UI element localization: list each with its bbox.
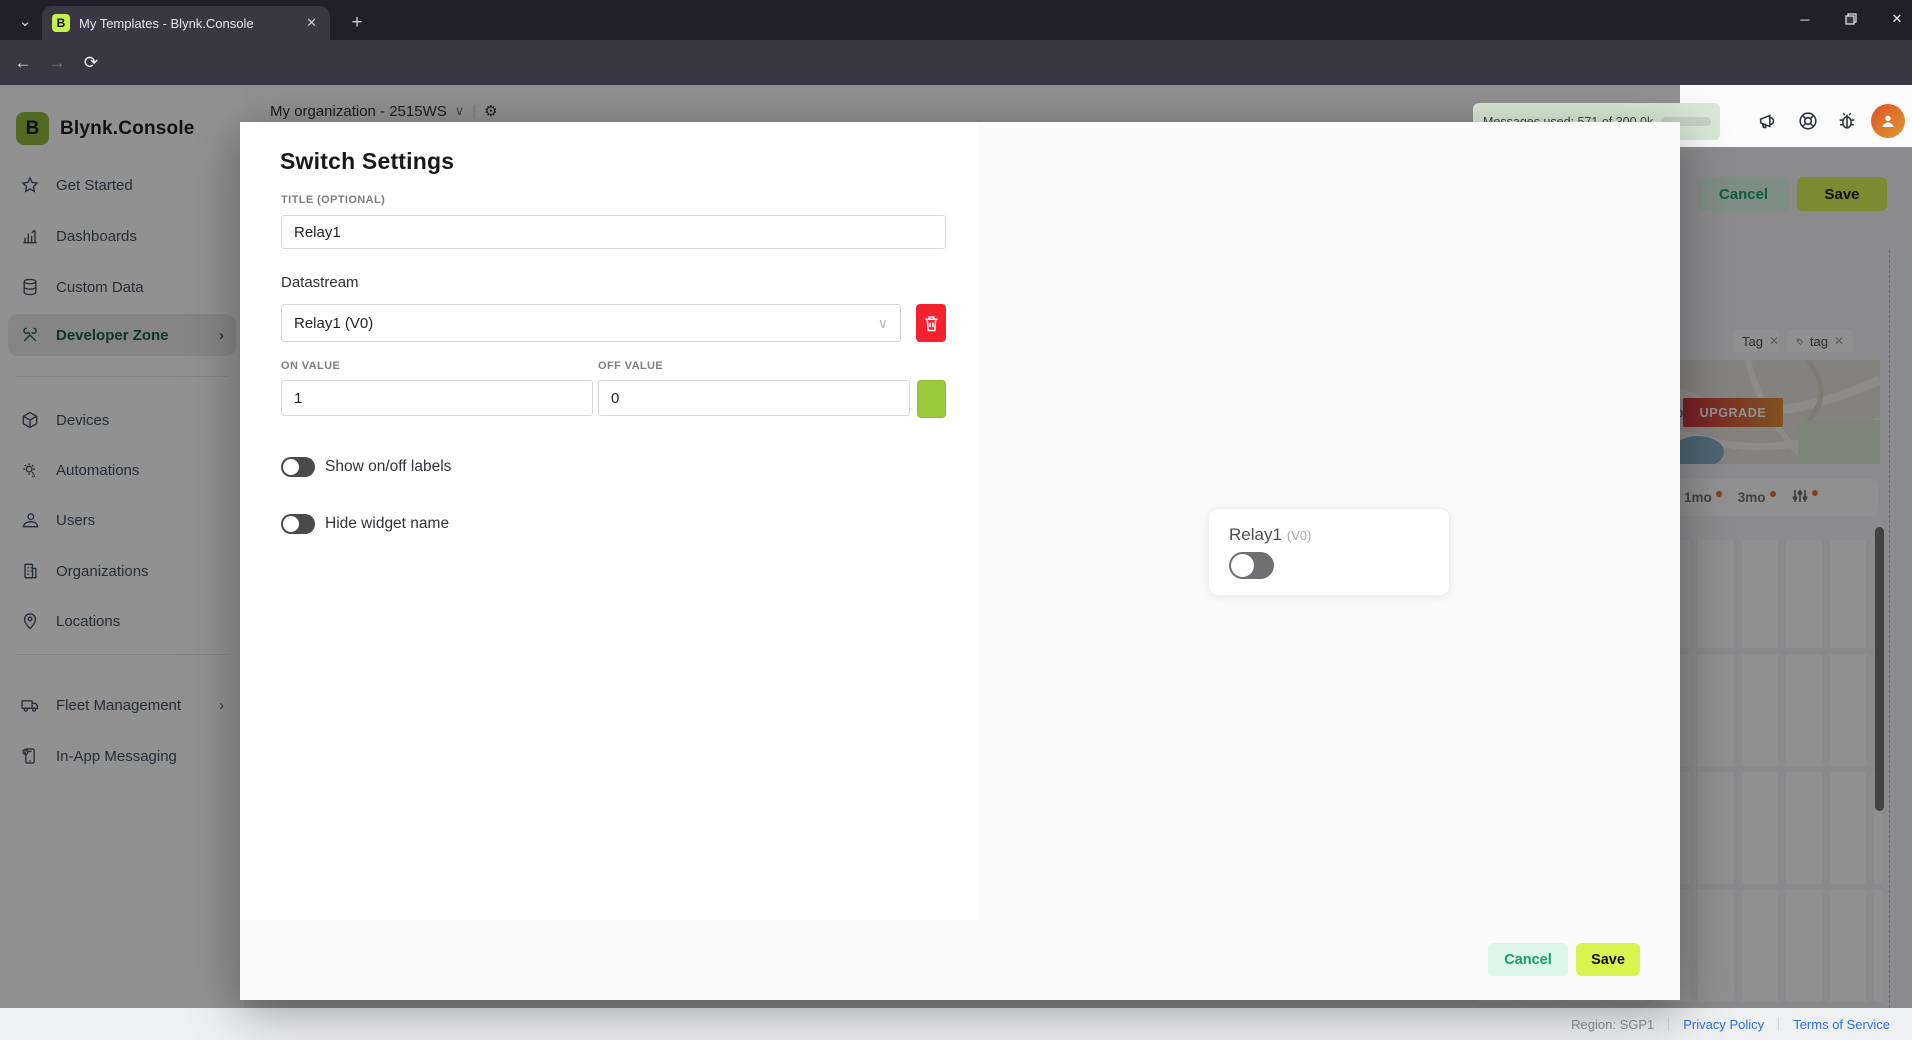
browser-tabstrip: ⌄ B My Templates - Blynk.Console ✕ + ─ ✕ <box>0 0 1912 40</box>
widget-preview-card: Relay1 (V0) <box>1208 508 1450 596</box>
screen: ⌄ B My Templates - Blynk.Console ✕ + ─ ✕… <box>0 0 1912 1040</box>
forward-button[interactable]: → <box>40 46 74 80</box>
favicon-icon: B <box>52 14 70 32</box>
new-tab-button[interactable]: + <box>344 10 370 36</box>
hide-widget-name-toggle[interactable] <box>281 514 315 534</box>
modal-cancel-button[interactable]: Cancel <box>1488 943 1568 976</box>
preview-widget-pin: (V0) <box>1286 528 1312 543</box>
title-field-label: TITLE (OPTIONAL) <box>281 194 386 206</box>
on-value-input[interactable]: 1 <box>281 380 593 416</box>
color-swatch[interactable] <box>917 380 946 418</box>
preview-switch-toggle[interactable] <box>1229 552 1274 579</box>
privacy-policy-link[interactable]: Privacy Policy <box>1683 1017 1764 1032</box>
footer-divider <box>1668 1017 1670 1031</box>
tab-search-icon[interactable]: ⌄ <box>12 8 38 34</box>
trash-icon <box>924 315 938 331</box>
announcements-megaphone-icon[interactable] <box>1752 105 1784 137</box>
tab-close-icon[interactable]: ✕ <box>303 15 320 31</box>
on-value-text: 1 <box>294 389 303 407</box>
toggle-knob <box>283 459 299 475</box>
restore-button[interactable] <box>1828 0 1874 38</box>
toggle-knob <box>283 516 299 532</box>
chevron-down-icon: ∨ <box>877 314 888 331</box>
datastream-select[interactable]: Relay1 (V0) ∨ <box>281 304 901 342</box>
on-value-label: ON VALUE <box>281 360 341 372</box>
tab-title: My Templates - Blynk.Console <box>79 15 254 31</box>
switch-settings-modal: Switch Settings TITLE (OPTIONAL) Relay1 … <box>240 122 1680 1000</box>
browser-toolbar: ← → ⟳ <box>0 40 1912 85</box>
person-icon <box>1882 115 1894 127</box>
preview-widget-name: Relay1 (V0) <box>1229 525 1311 545</box>
off-value-input[interactable]: 0 <box>598 380 910 416</box>
region-label: Region: SGP1 <box>1571 1016 1655 1032</box>
show-onoff-labels-toggle[interactable] <box>281 457 315 477</box>
show-onoff-labels-text: Show on/off labels <box>325 458 452 475</box>
modal-save-button[interactable]: Save <box>1576 943 1640 976</box>
modal-title: Switch Settings <box>280 148 455 174</box>
title-input[interactable]: Relay1 <box>281 215 946 249</box>
title-input-value: Relay1 <box>294 223 341 241</box>
back-button[interactable]: ← <box>6 46 40 80</box>
report-bug-icon[interactable] <box>1831 105 1863 137</box>
hide-widget-name-text: Hide widget name <box>325 515 450 532</box>
reload-button[interactable]: ⟳ <box>74 46 108 80</box>
user-avatar[interactable] <box>1871 104 1905 138</box>
off-value-text: 0 <box>611 389 620 407</box>
minimize-button[interactable]: ─ <box>1782 0 1828 38</box>
delete-datastream-button[interactable] <box>916 304 946 342</box>
restore-icon <box>1845 13 1857 25</box>
datastream-selected-value: Relay1 (V0) <box>294 314 374 332</box>
support-lifebuoy-icon[interactable] <box>1792 105 1824 137</box>
close-window-button[interactable]: ✕ <box>1874 0 1912 38</box>
off-value-label: OFF VALUE <box>598 360 664 372</box>
preview-widget-title: Relay1 <box>1229 525 1282 544</box>
terms-of-service-link[interactable]: Terms of Service <box>1793 1017 1890 1032</box>
app-footer: Region: SGP1 Privacy Policy Terms of Ser… <box>0 1008 1912 1040</box>
browser-tab[interactable]: B My Templates - Blynk.Console ✕ <box>42 6 330 40</box>
datastream-label: Datastream <box>281 274 359 291</box>
footer-divider <box>1778 1017 1780 1031</box>
toggle-knob <box>1231 554 1254 577</box>
